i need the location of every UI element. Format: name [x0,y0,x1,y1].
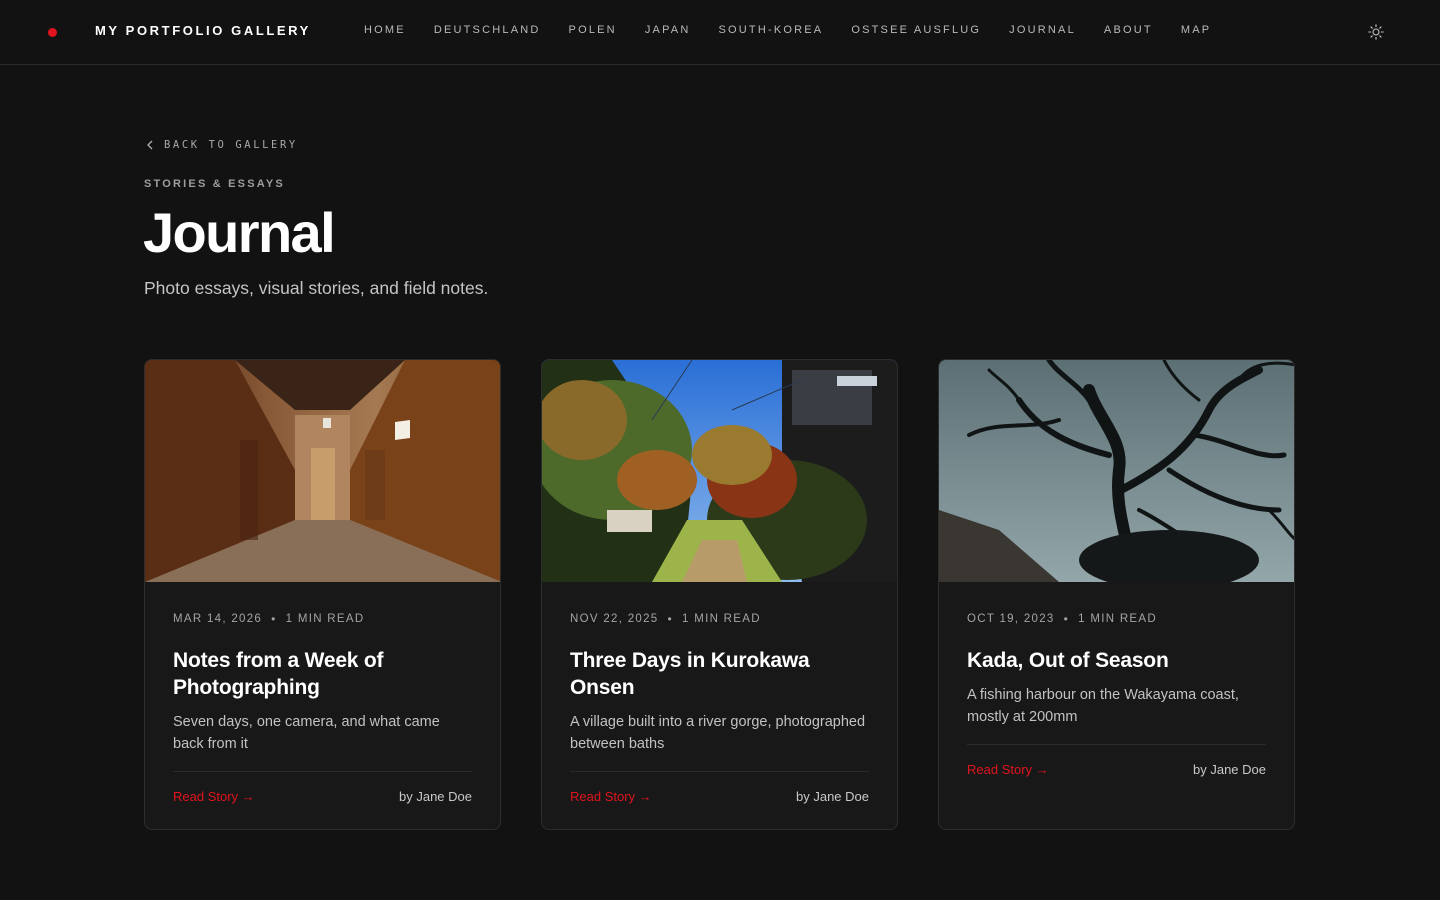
journal-card[interactable]: MAR 14, 2026 • 1 MIN READ Notes from a W… [144,359,501,830]
back-to-gallery-link[interactable]: BACK TO GALLERY [146,139,298,151]
read-story-link[interactable]: Read Story → [967,762,1049,777]
post-title[interactable]: Three Days in Kurokawa Onsen [570,647,869,701]
post-date: OCT 19, 2023 [967,613,1055,625]
post-date: MAR 14, 2026 [173,613,263,625]
nav-item-journal[interactable]: JOURNAL [1009,22,1076,38]
post-excerpt: Seven days, one camera, and what came ba… [173,714,440,752]
read-story-link[interactable]: Read Story → [173,789,255,804]
post-excerpt: A village built into a river gorge, phot… [570,714,866,752]
post-title[interactable]: Notes from a Week of Photographing [173,647,472,701]
post-meta: NOV 22, 2025 • 1 MIN READ [570,612,869,626]
brand-dot-icon [48,28,57,37]
theme-toggle-button[interactable] [1366,22,1386,42]
post-author: by Jane Doe [399,789,472,804]
page-title: Journal [143,201,336,264]
nav-item-deutschland[interactable]: DEUTSCHLAND [434,22,541,38]
nav-item-about[interactable]: ABOUT [1104,22,1153,38]
nav-item-map[interactable]: MAP [1181,22,1211,38]
nav-item-japan[interactable]: JAPAN [645,22,691,38]
card-footer: Read Story → by Jane Doe [173,771,472,804]
journal-card-list: MAR 14, 2026 • 1 MIN READ Notes from a W… [144,359,1295,830]
river-gorge-photo[interactable] [542,360,897,582]
meta-separator: • [271,612,277,626]
card-footer: Read Story → by Jane Doe [967,744,1266,777]
meta-separator: • [1063,612,1070,626]
post-meta: MAR 14, 2026 • 1 MIN READ [173,612,472,626]
post-date: NOV 22, 2025 [570,613,659,625]
bare-tree-photo[interactable] [939,360,1294,582]
meta-separator: • [667,612,673,626]
post-title[interactable]: Kada, Out of Season [967,647,1266,674]
section-eyebrow: STORIES & ESSAYS [144,178,285,190]
post-read-time: 1 MIN READ [682,613,761,625]
post-author: by Jane Doe [1193,762,1266,777]
post-read-time: 1 MIN READ [1078,613,1157,625]
journal-card[interactable]: NOV 22, 2025 • 1 MIN READ Three Days in … [541,359,898,830]
post-excerpt: A fishing harbour on the Wakayama coast,… [967,687,1239,725]
read-story-link[interactable]: Read Story → [570,789,652,804]
site-header: MY PORTFOLIO GALLERY HOME DEUTSCHLAND PO… [0,0,1440,65]
page-subtitle: Photo essays, visual stories, and field … [144,278,489,298]
post-author: by Jane Doe [796,789,869,804]
hallway-photo[interactable] [145,360,500,582]
main-nav: HOME DEUTSCHLAND POLEN JAPAN SOUTH-KOREA… [364,22,1211,38]
nav-item-south-korea[interactable]: SOUTH-KOREA [718,22,823,38]
chevron-left-icon [147,140,153,150]
nav-item-ostsee-ausflug[interactable]: OSTSEE AUSFLUG [851,22,981,38]
nav-item-polen[interactable]: POLEN [569,22,617,38]
back-to-gallery-label: BACK TO GALLERY [164,139,298,151]
post-read-time: 1 MIN READ [285,613,365,625]
card-footer: Read Story → by Jane Doe [570,771,869,804]
post-meta: OCT 19, 2023 • 1 MIN READ [967,612,1266,626]
brand-logo-link[interactable]: MY PORTFOLIO GALLERY [95,23,311,38]
nav-item-home[interactable]: HOME [364,22,406,38]
journal-card[interactable]: OCT 19, 2023 • 1 MIN READ Kada, Out of S… [938,359,1295,830]
sun-icon [1368,24,1384,40]
